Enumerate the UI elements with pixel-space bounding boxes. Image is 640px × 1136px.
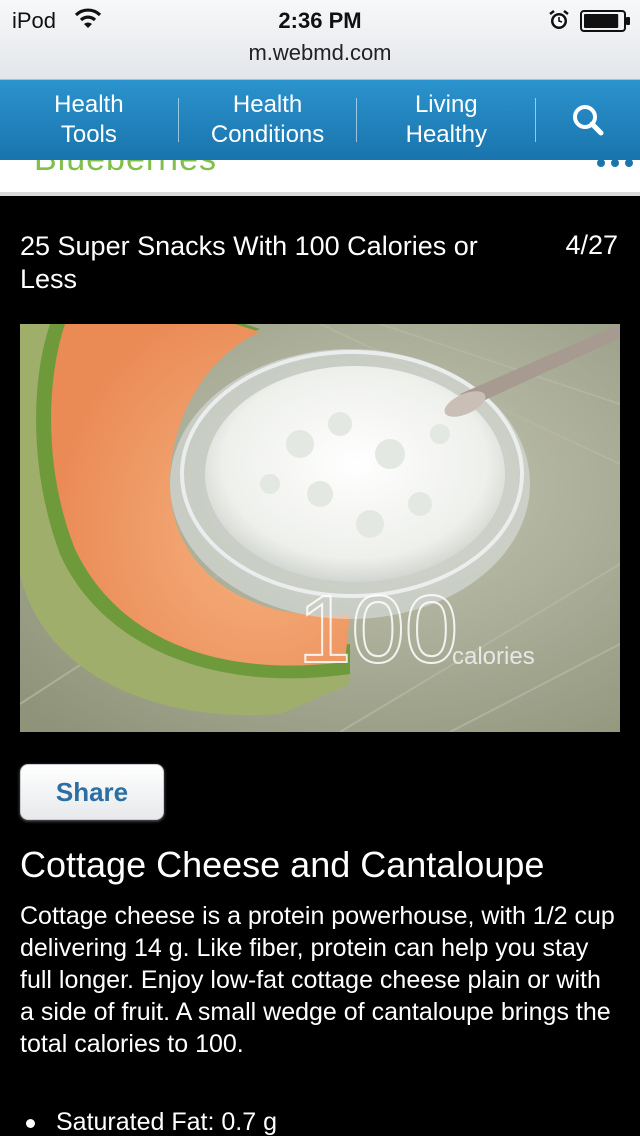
nav-health-conditions[interactable]: Health Conditions bbox=[179, 80, 357, 160]
snack-description: Cottage cheese is a protein powerhouse, … bbox=[20, 902, 615, 1058]
url-bar[interactable]: m.webmd.com bbox=[0, 40, 640, 66]
previous-slide-label: Blueberries bbox=[34, 160, 217, 179]
status-bar: iPod 2:36 PM m.webmd.com bbox=[0, 0, 640, 80]
nutrition-list: Saturated Fat: 0.7 g bbox=[20, 1106, 620, 1136]
nav-item-line1: Health bbox=[54, 91, 124, 118]
battery-icon bbox=[580, 10, 630, 32]
cottage-cheese-cantaloupe-image: 100 calories bbox=[20, 324, 620, 732]
slideshow-panel: 25 Super Snacks With 100 Calories or Les… bbox=[0, 200, 640, 1136]
list-item: Saturated Fat: 0.7 g bbox=[20, 1106, 620, 1136]
share-button[interactable]: Share bbox=[20, 764, 164, 820]
slide-counter: 4/27 bbox=[565, 230, 618, 260]
top-nav: Health Tools Health Conditions Living He… bbox=[0, 80, 640, 160]
nav-health-tools[interactable]: Health Tools bbox=[0, 80, 178, 160]
nav-item-line2: Conditions bbox=[210, 121, 325, 148]
alarm-clock-icon bbox=[549, 10, 569, 29]
nav-item-line1: Health bbox=[232, 91, 303, 118]
snack-title: Cottage Cheese and Cantaloupe bbox=[20, 844, 545, 885]
nutrition-fact: Saturated Fat: 0.7 g bbox=[56, 1108, 277, 1136]
calorie-unit-overlay: calories bbox=[452, 643, 535, 670]
nav-item-line2: Tools bbox=[60, 121, 117, 148]
bullet-icon bbox=[26, 1119, 35, 1128]
snack-photo[interactable]: 100 calories bbox=[20, 324, 620, 732]
previous-slide-strip: Blueberries bbox=[0, 160, 640, 196]
nav-item-line2: Healthy bbox=[405, 121, 487, 148]
pager-dots-icon bbox=[597, 160, 633, 167]
nav-item-line1: Living bbox=[414, 91, 478, 118]
nav-living-healthy[interactable]: Living Healthy bbox=[357, 80, 535, 160]
calorie-number-overlay: 100 bbox=[298, 576, 458, 683]
search-button[interactable] bbox=[536, 80, 640, 160]
search-icon bbox=[573, 105, 604, 136]
slideshow-title: 25 Super Snacks With 100 Calories or Les… bbox=[20, 231, 478, 294]
clock-time: 2:36 PM bbox=[278, 8, 362, 33]
